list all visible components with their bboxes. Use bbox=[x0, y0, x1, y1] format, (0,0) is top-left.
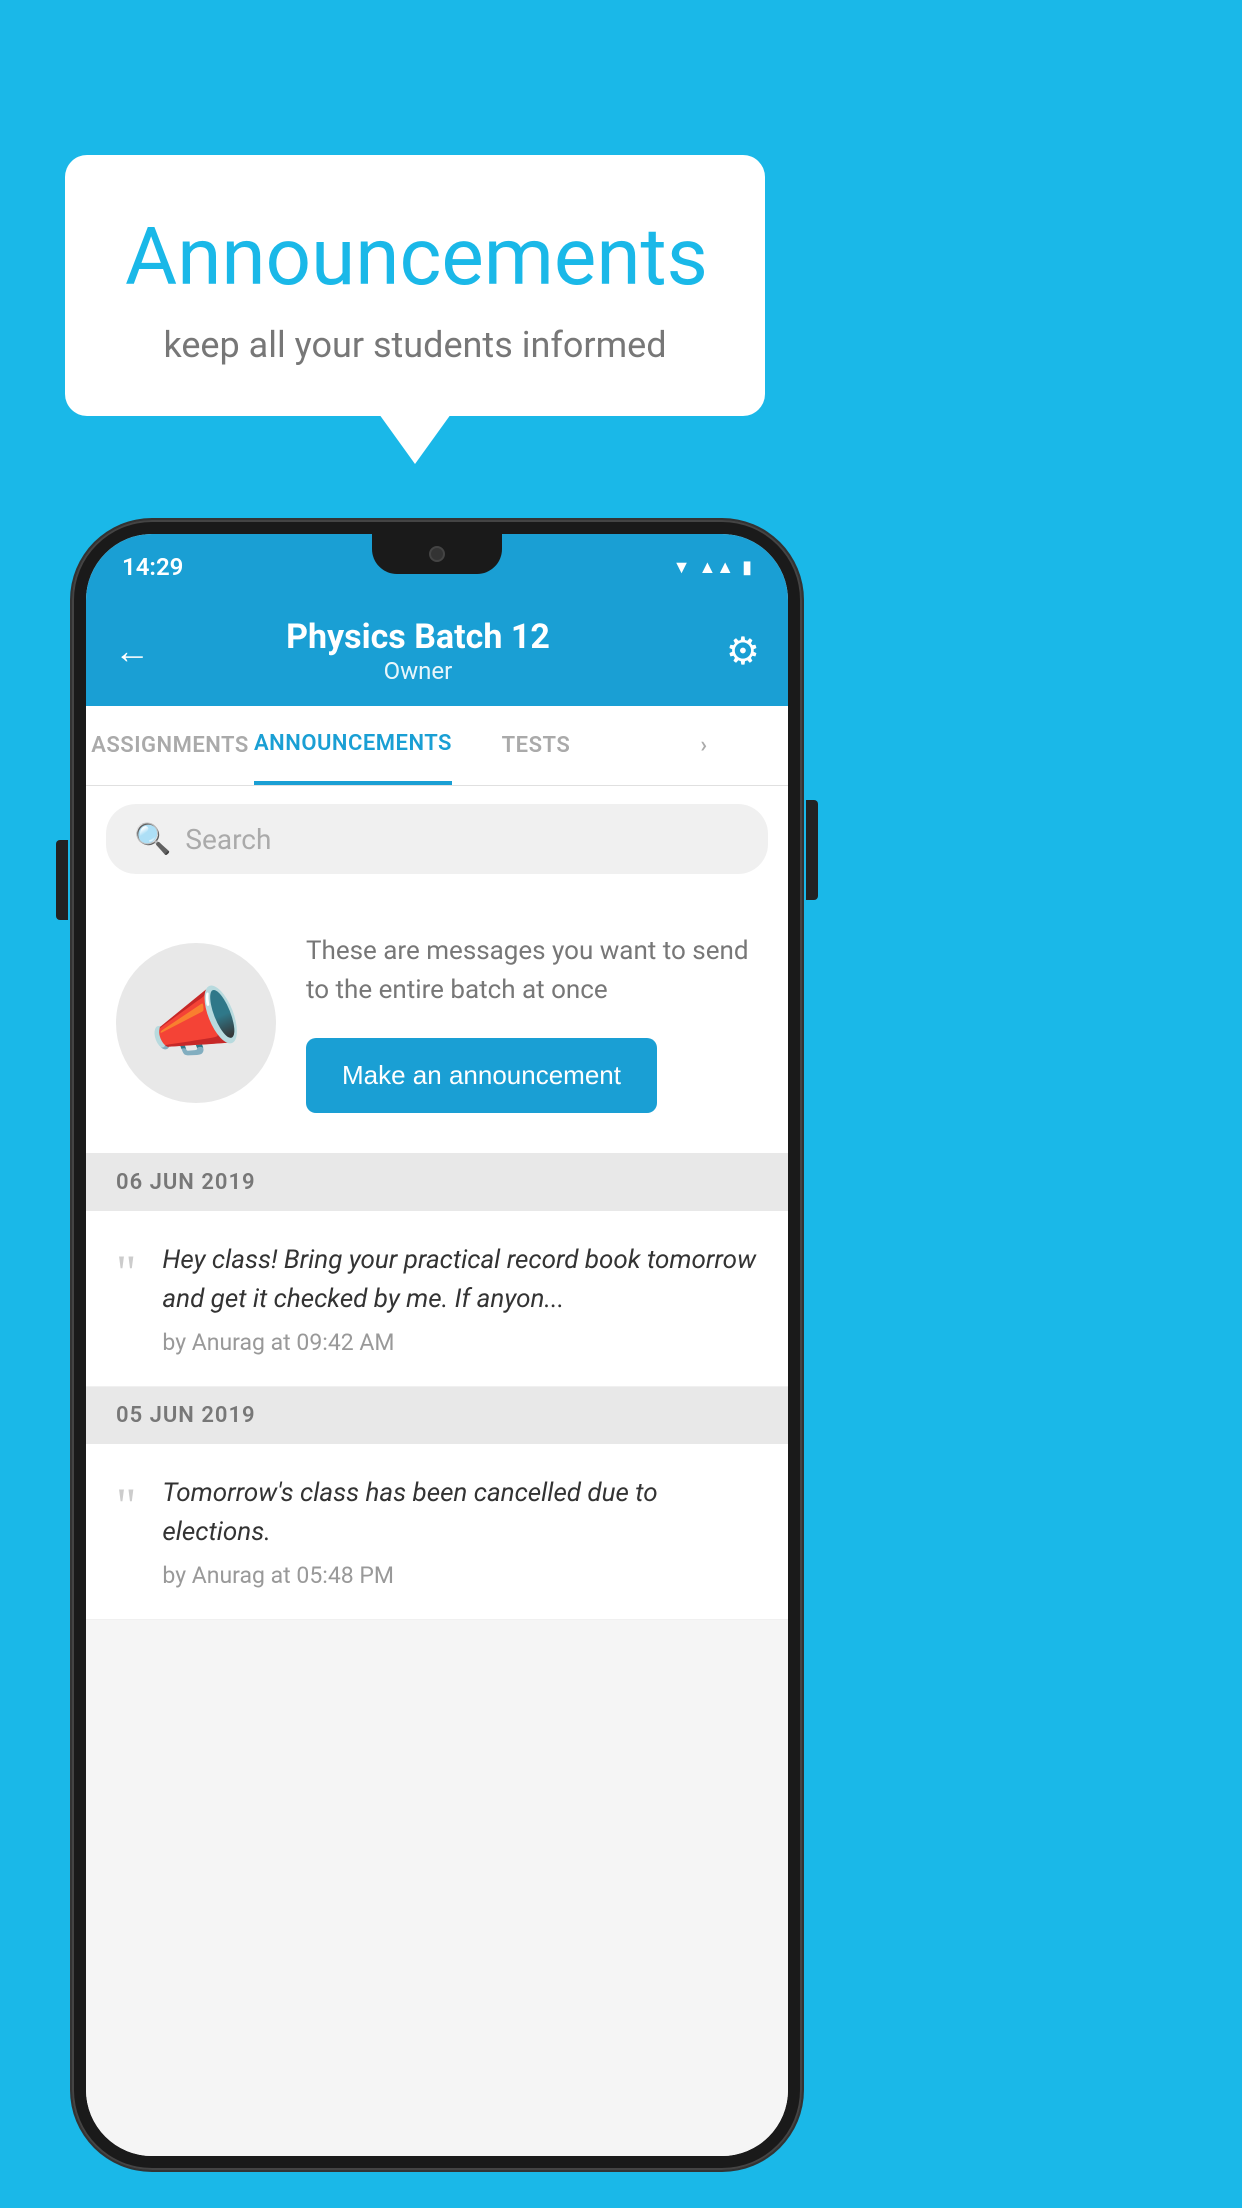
wifi-icon: ▼ bbox=[673, 557, 691, 578]
announcement-description: These are messages you want to send to t… bbox=[306, 932, 758, 1010]
announcement-meta-2: by Anurag at 05:48 PM bbox=[162, 1562, 758, 1589]
quote-icon-2: " bbox=[116, 1480, 136, 1530]
announcement-text-2: Tomorrow's class has been cancelled due … bbox=[162, 1474, 758, 1552]
announcement-meta-1: by Anurag at 09:42 AM bbox=[162, 1329, 758, 1356]
announcement-content-2: Tomorrow's class has been cancelled due … bbox=[162, 1474, 758, 1589]
tab-more[interactable]: › bbox=[620, 706, 788, 785]
date-separator-1: 06 JUN 2019 bbox=[86, 1154, 788, 1211]
search-icon: 🔍 bbox=[134, 822, 171, 857]
signal-icon: ▲▲ bbox=[698, 557, 734, 578]
announcement-prompt: 📣 These are messages you want to send to… bbox=[86, 892, 788, 1154]
front-camera bbox=[429, 546, 445, 562]
speech-bubble-container: Announcements keep all your students inf… bbox=[65, 155, 765, 416]
quote-icon-1: " bbox=[116, 1247, 136, 1297]
announcement-icon-circle: 📣 bbox=[116, 943, 276, 1103]
app-bar: ← Physics Batch 12 Owner ⚙ bbox=[86, 596, 788, 706]
bubble-title: Announcements bbox=[125, 210, 705, 304]
tab-announcements[interactable]: ANNOUNCEMENTS bbox=[254, 706, 452, 785]
content-area: 🔍 Search 📣 These are messages you want t… bbox=[86, 786, 788, 2156]
bubble-subtitle: keep all your students informed bbox=[125, 324, 705, 366]
tab-tests[interactable]: TESTS bbox=[452, 706, 620, 785]
search-placeholder: Search bbox=[185, 823, 271, 856]
back-button[interactable]: ← bbox=[114, 630, 150, 672]
make-announcement-button[interactable]: Make an announcement bbox=[306, 1038, 657, 1113]
tab-bar: ASSIGNMENTS ANNOUNCEMENTS TESTS › bbox=[86, 706, 788, 786]
status-time: 14:29 bbox=[122, 553, 183, 581]
megaphone-icon: 📣 bbox=[149, 979, 242, 1067]
settings-button[interactable]: ⚙ bbox=[726, 629, 760, 674]
announcement-text-1: Hey class! Bring your practical record b… bbox=[162, 1241, 758, 1319]
tab-assignments[interactable]: ASSIGNMENTS bbox=[86, 706, 254, 785]
search-bar-wrapper: 🔍 Search bbox=[86, 786, 788, 892]
status-icons: ▼ ▲▲ ▮ bbox=[673, 557, 752, 578]
date-separator-2: 05 JUN 2019 bbox=[86, 1387, 788, 1444]
phone-content: ← Physics Batch 12 Owner ⚙ ASSIGNMENTS A… bbox=[86, 596, 788, 2156]
phone-outer: 14:29 ▼ ▲▲ ▮ ← Physics Batch 12 Owner bbox=[72, 520, 802, 2170]
app-bar-subtitle: Owner bbox=[170, 657, 666, 685]
phone-inner: 14:29 ▼ ▲▲ ▮ ← Physics Batch 12 Owner bbox=[86, 534, 788, 2156]
announcement-item-2: " Tomorrow's class has been cancelled du… bbox=[86, 1444, 788, 1620]
speech-bubble: Announcements keep all your students inf… bbox=[65, 155, 765, 416]
battery-icon: ▮ bbox=[742, 557, 752, 578]
search-bar[interactable]: 🔍 Search bbox=[106, 804, 768, 874]
announcement-content-1: Hey class! Bring your practical record b… bbox=[162, 1241, 758, 1356]
app-bar-title: Physics Batch 12 bbox=[170, 617, 666, 657]
status-bar: 14:29 ▼ ▲▲ ▮ bbox=[86, 534, 788, 596]
phone-mockup: 14:29 ▼ ▲▲ ▮ ← Physics Batch 12 Owner bbox=[72, 520, 802, 2170]
notch bbox=[372, 534, 502, 574]
announcement-right: These are messages you want to send to t… bbox=[306, 932, 758, 1113]
app-bar-title-section: Physics Batch 12 Owner bbox=[170, 617, 666, 685]
announcement-item-1: " Hey class! Bring your practical record… bbox=[86, 1211, 788, 1387]
